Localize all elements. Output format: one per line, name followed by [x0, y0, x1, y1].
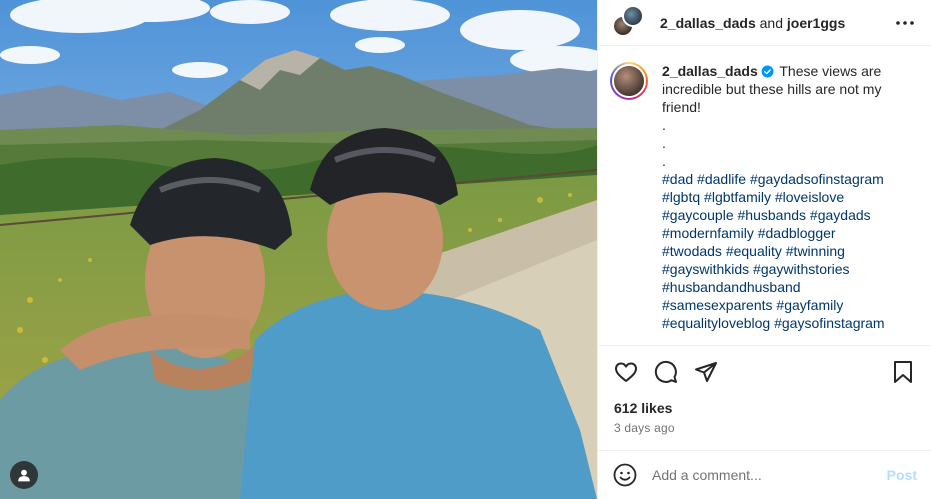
like-button[interactable] [612, 358, 640, 386]
share-button[interactable] [692, 358, 720, 386]
more-horizontal-icon [896, 20, 914, 25]
caption-text-block: 2_dallas_dads These views are incredible… [662, 62, 910, 332]
hashtag-link[interactable]: #dadblogger [758, 225, 836, 241]
hashtag-link[interactable]: #gayswithkids [662, 261, 749, 277]
post-comment-button[interactable]: Post [887, 467, 917, 483]
spacer-line: . [662, 135, 666, 151]
send-icon [695, 361, 717, 382]
save-button[interactable] [889, 358, 917, 386]
more-options-button[interactable] [893, 11, 917, 35]
avatar[interactable] [622, 4, 644, 27]
post-sidebar: 2_dallas_dads and joer1ggs 2_dallas_dads… [597, 0, 931, 499]
hashtag-link[interactable]: #gaycouple [662, 207, 734, 223]
post-timestamp[interactable]: 3 days ago [614, 421, 675, 435]
post-caption: 2_dallas_dads These views are incredible… [610, 62, 921, 332]
post-actions [598, 345, 931, 397]
hashtag-link[interactable]: #equalityloveblog [662, 315, 770, 331]
spacer-line: . [662, 153, 666, 169]
hashtag-link[interactable]: #gaydadsofinstagram [750, 171, 884, 187]
post-header: 2_dallas_dads and joer1ggs [598, 0, 931, 46]
hashtag-link[interactable]: #gayfamily [776, 297, 843, 313]
hashtag-link[interactable]: #lgbtq [662, 189, 700, 205]
likes-count[interactable]: 612 likes [614, 400, 672, 416]
post-photo[interactable] [0, 0, 597, 499]
bookmark-icon [894, 360, 912, 383]
emoji-button[interactable] [612, 462, 638, 488]
hashtag-link[interactable]: #equality [726, 243, 782, 259]
hashtag-link[interactable]: #loveislove [775, 189, 844, 205]
hashtag-link[interactable]: #gaysofinstagram [774, 315, 885, 331]
hashtag-link[interactable]: #dad [662, 171, 693, 187]
collab-avatars[interactable] [612, 4, 644, 39]
tagged-users-button[interactable] [10, 461, 38, 489]
hashtag-link[interactable]: #samesexparents [662, 297, 773, 313]
caption-spacer: . . . [662, 116, 910, 170]
hashtag-link[interactable]: #twodads [662, 243, 722, 259]
user-tag-icon [18, 469, 30, 482]
caption-avatar[interactable] [610, 62, 648, 100]
verified-badge-icon [761, 65, 774, 78]
caption-username-link[interactable]: 2_dallas_dads [662, 63, 758, 79]
hashtag-link[interactable]: #lgbtfamily [704, 189, 771, 205]
hashtag-link[interactable]: #gaydads [810, 207, 871, 223]
hashtag-link[interactable]: #twinning [786, 243, 845, 259]
spacer-line: . [662, 117, 666, 133]
authors-conjunction: and [759, 14, 783, 31]
comment-icon [654, 360, 677, 383]
author-username-link[interactable]: 2_dallas_dads [660, 15, 756, 31]
hashtag-list: #dad #dadlife #gaydadsofinstagram #lgbtq… [662, 170, 910, 332]
hashtag-link[interactable]: #modernfamily [662, 225, 754, 241]
hashtag-link[interactable]: #dadlife [697, 171, 746, 187]
heart-icon [615, 362, 637, 382]
hashtag-link[interactable]: #gaywithstories [753, 261, 850, 277]
hashtag-link[interactable]: #husbandandhusband [662, 279, 801, 295]
post-authors: 2_dallas_dads and joer1ggs [660, 15, 893, 31]
comment-button[interactable] [652, 358, 680, 386]
hashtag-link[interactable]: #husbands [738, 207, 807, 223]
emoji-icon [613, 463, 637, 487]
post-image [0, 0, 597, 499]
coauthor-username-link[interactable]: joer1ggs [787, 15, 845, 31]
comment-input[interactable] [652, 467, 887, 483]
comment-bar: Post [598, 450, 931, 499]
